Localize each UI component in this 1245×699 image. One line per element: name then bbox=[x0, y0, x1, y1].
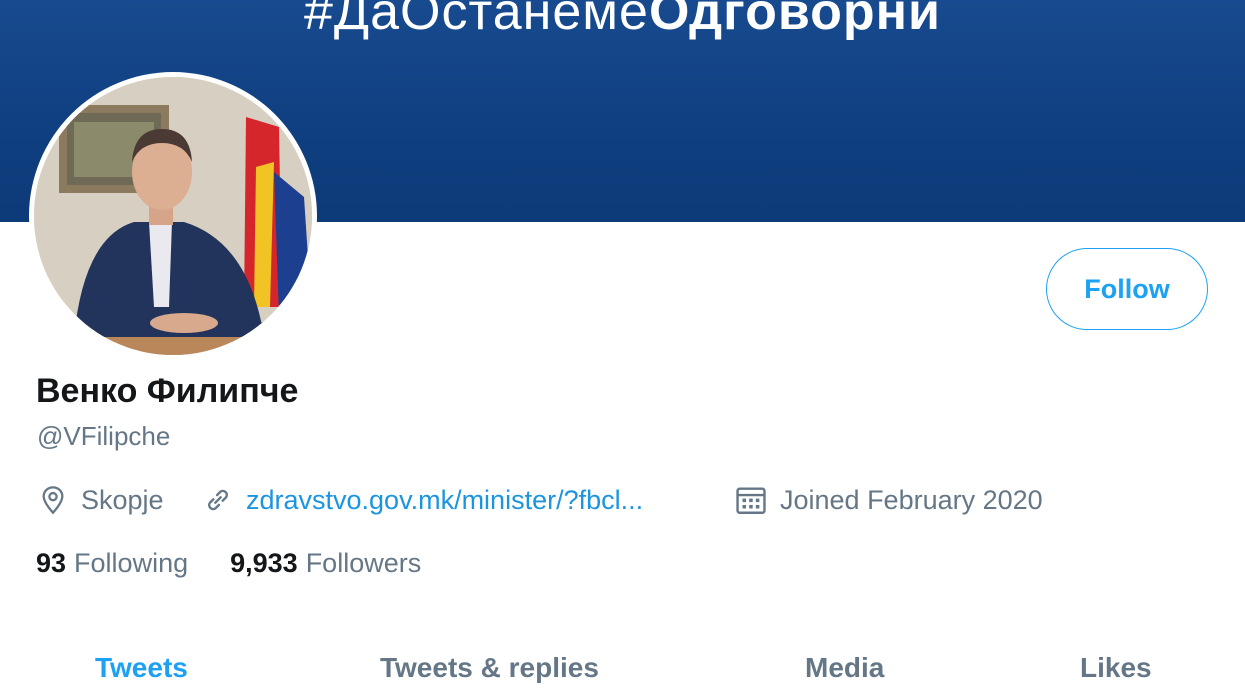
tab-likes[interactable]: Likes bbox=[1080, 652, 1152, 684]
profile-stats: 93 Following 9,933 Followers bbox=[36, 548, 463, 579]
location-pin-icon bbox=[42, 486, 64, 515]
follow-button[interactable]: Follow bbox=[1046, 248, 1208, 330]
profile-website[interactable]: zdravstvo.gov.mk/minister/?fbcl... bbox=[202, 482, 643, 518]
link-icon bbox=[208, 489, 228, 511]
profile-tabs: Tweets Tweets & replies Media Likes bbox=[0, 652, 1245, 699]
banner-hashtag: #ДаОстанемеОдговорни bbox=[0, 0, 1245, 42]
followers-label: Followers bbox=[305, 548, 422, 578]
followers-stat[interactable]: 9,933 Followers bbox=[230, 548, 421, 579]
tab-media[interactable]: Media bbox=[805, 652, 884, 684]
following-stat[interactable]: 93 Following bbox=[36, 548, 188, 579]
profile-joined: Joined February 2020 bbox=[734, 482, 1043, 518]
tab-tweets[interactable]: Tweets bbox=[95, 652, 188, 684]
profile-location: Skopje bbox=[37, 482, 164, 518]
profile-name: Венко Филипче bbox=[36, 372, 299, 410]
avatar-photo bbox=[34, 77, 312, 355]
followers-count: 9,933 bbox=[230, 548, 298, 578]
profile-handle: @VFilipche bbox=[37, 421, 171, 451]
following-label: Following bbox=[74, 548, 189, 578]
avatar[interactable] bbox=[29, 72, 317, 360]
banner-hashtag-part1: #ДаОстанеме bbox=[303, 0, 649, 41]
following-count: 93 bbox=[36, 548, 67, 578]
tab-tweets-replies[interactable]: Tweets & replies bbox=[380, 652, 599, 684]
website-link[interactable]: zdravstvo.gov.mk/minister/?fbcl... bbox=[246, 485, 643, 516]
banner-hashtag-part2: Одговорни bbox=[648, 0, 942, 41]
calendar-icon bbox=[736, 487, 766, 514]
location-text: Skopje bbox=[81, 484, 164, 515]
joined-text: Joined February 2020 bbox=[780, 484, 1043, 515]
